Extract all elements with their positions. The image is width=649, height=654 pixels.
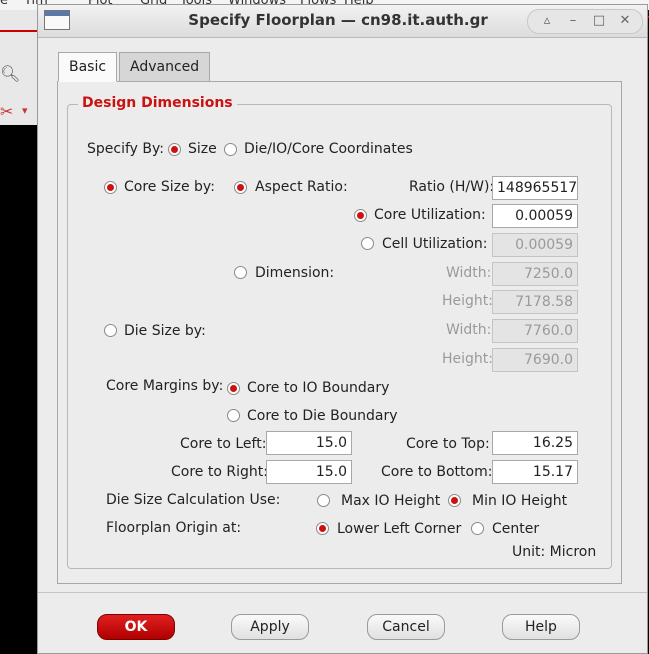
aspect-ratio-radio[interactable]: [234, 181, 247, 194]
scissors-icon[interactable]: ✂: [0, 102, 13, 121]
specify-size-radio[interactable]: [168, 143, 181, 156]
core-size-radio[interactable]: [104, 181, 117, 194]
core-to-bottom-label: Core to Bottom:: [381, 464, 493, 480]
specify-coordinates-radio[interactable]: [224, 143, 237, 156]
core-to-left-label: Core to Left:: [180, 436, 267, 452]
ratio-field[interactable]: 148965517: [492, 176, 578, 200]
menu-item[interactable]: e: [0, 0, 8, 8]
cancel-button[interactable]: Cancel: [367, 614, 445, 640]
die-width-field: 7760.0: [492, 319, 578, 343]
die-calc-label: Die Size Calculation Use:: [106, 492, 281, 508]
window-controls: ▵ – □ ✕: [527, 9, 643, 34]
min-io-height-radio[interactable]: [448, 494, 461, 507]
ok-button[interactable]: OK: [97, 614, 175, 640]
dimension-label: Dimension:: [255, 265, 335, 281]
core-to-right-label: Core to Right:: [171, 464, 268, 480]
core-to-bottom-field[interactable]: 15.17: [492, 460, 578, 484]
core-margins-label: Core Margins by:: [106, 378, 224, 394]
button-separator: [38, 592, 647, 593]
aspect-ratio-label: Aspect Ratio:: [255, 179, 348, 195]
dimension-radio[interactable]: [234, 266, 247, 279]
die-size-radio[interactable]: [104, 324, 117, 337]
min-io-height-label: Min IO Height: [472, 493, 568, 509]
core-to-die-radio[interactable]: [227, 409, 240, 422]
cell-utilization-field: 0.00059: [492, 233, 578, 257]
tab-advanced[interactable]: Advanced: [119, 52, 211, 82]
core-to-left-field[interactable]: 15.0: [266, 431, 352, 455]
core-size-label: Core Size by:: [124, 179, 215, 195]
background-divider: [0, 30, 40, 32]
tab-basic[interactable]: Basic: [58, 52, 118, 82]
core-width-field: 7250.0: [492, 262, 578, 286]
core-width-label: Width:: [446, 265, 492, 281]
core-to-top-field[interactable]: 16.25: [492, 431, 578, 455]
core-to-io-label: Core to IO Boundary: [247, 380, 390, 396]
center-label: Center: [492, 521, 540, 537]
shade-icon[interactable]: ▵: [538, 13, 556, 28]
die-height-field: 7690.0: [492, 348, 578, 372]
specify-size-label: Size: [188, 141, 217, 157]
lower-left-radio[interactable]: [316, 522, 329, 535]
ratio-label: Ratio (H/W):: [409, 179, 495, 195]
core-height-label: Height:: [442, 293, 493, 309]
core-to-right-field[interactable]: 15.0: [266, 460, 352, 484]
core-utilization-label: Core Utilization:: [374, 207, 486, 223]
core-utilization-field[interactable]: 0.00059: [492, 204, 578, 228]
unit-label: Unit: Micron: [512, 544, 597, 560]
die-width-label: Width:: [446, 322, 492, 338]
core-to-io-radio[interactable]: [227, 382, 240, 395]
help-button[interactable]: Help: [502, 614, 580, 640]
maximize-icon[interactable]: □: [590, 13, 608, 28]
group-title: Design Dimensions: [78, 95, 237, 111]
die-size-label: Die Size by:: [124, 323, 206, 339]
lower-left-label: Lower Left Corner: [337, 521, 462, 537]
specify-coordinates-label: Die/IO/Core Coordinates: [244, 141, 413, 157]
origin-label: Floorplan Origin at:: [106, 520, 242, 536]
cell-utilization-radio[interactable]: [361, 237, 374, 250]
dropdown-arrow-icon[interactable]: ▾: [22, 104, 28, 117]
apply-button[interactable]: Apply: [231, 614, 309, 640]
core-utilization-radio[interactable]: [354, 209, 367, 222]
title-bar[interactable]: Specify Floorplan — cn98.it.auth.gr ▵ – …: [38, 5, 647, 38]
cell-utilization-label: Cell Utilization:: [382, 236, 488, 252]
max-io-height-label: Max IO Height: [341, 493, 441, 509]
zoom-icon[interactable]: 🔍︎: [0, 64, 20, 83]
core-to-die-label: Core to Die Boundary: [247, 408, 398, 424]
core-to-top-label: Core to Top:: [406, 436, 490, 452]
close-icon[interactable]: ✕: [616, 13, 634, 28]
center-radio[interactable]: [471, 522, 484, 535]
minimize-icon[interactable]: –: [564, 13, 582, 28]
max-io-height-radio[interactable]: [317, 494, 330, 507]
core-height-field: 7178.58: [492, 290, 578, 314]
die-height-label: Height:: [442, 351, 493, 367]
specify-by-label: Specify By:: [87, 141, 164, 157]
